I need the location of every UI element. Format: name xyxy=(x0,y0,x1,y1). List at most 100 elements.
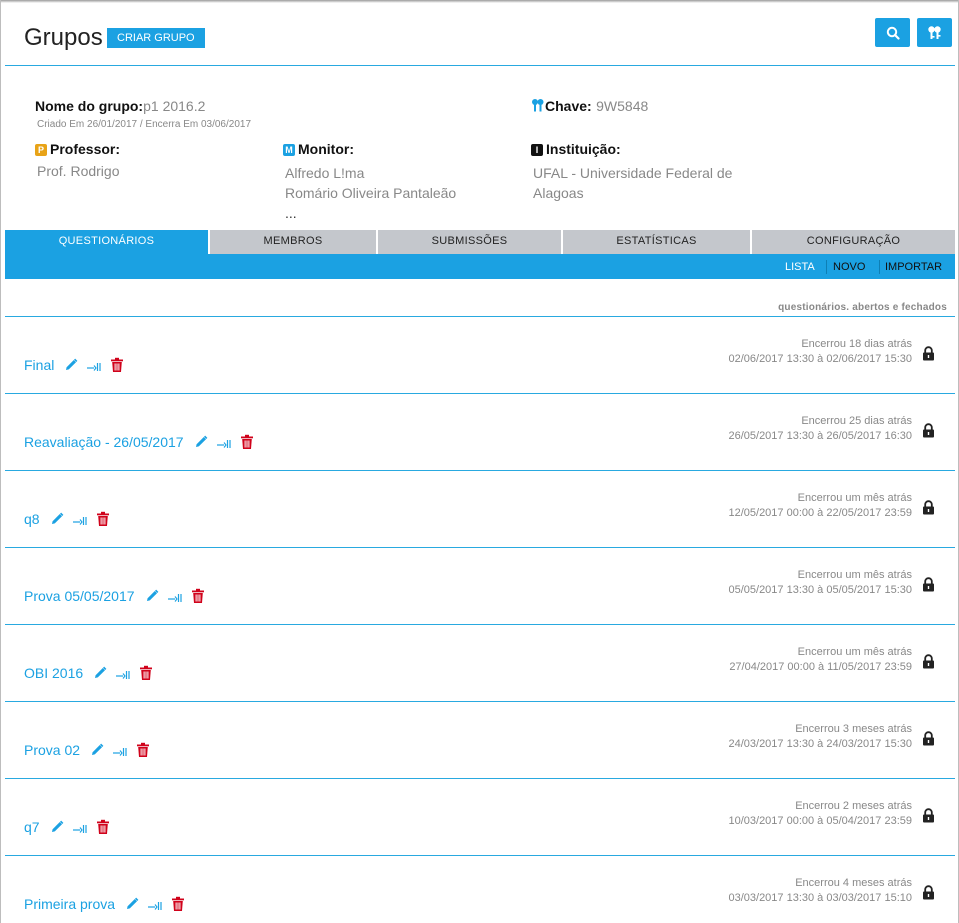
tab-submissoes[interactable]: SUBMISSÕES xyxy=(378,230,561,254)
delete-icon[interactable] xyxy=(139,665,153,684)
closed-ago-text: Encerrou um mês atrás xyxy=(797,646,912,658)
delete-icon[interactable] xyxy=(191,588,205,607)
questionnaire-actions xyxy=(90,742,150,761)
closed-ago-text: Encerrou 2 meses atrás xyxy=(795,800,912,812)
questionnaire-name-block: OBI 2016 xyxy=(24,665,153,684)
questionnaire-status: Encerrou 18 dias atrás 02/06/2017 13:30 à… xyxy=(728,337,912,367)
monitor-block: M Monitor: Alfredo L!ma Romário Oliveira … xyxy=(283,141,456,223)
institution-name-line: UFAL - Universidade Federal de xyxy=(533,165,733,181)
tab-configuracao[interactable]: CONFIGURAÇÃO xyxy=(752,230,955,254)
delete-icon[interactable] xyxy=(96,819,110,838)
tab-estatisticas[interactable]: ESTATÍSTICAS xyxy=(563,230,750,254)
group-key-label: Chave: xyxy=(545,98,592,114)
professor-badge-icon: P xyxy=(35,144,47,156)
delete-icon[interactable] xyxy=(136,742,150,761)
date-range-text: 24/03/2017 13:30 à 24/03/2017 15:30 xyxy=(728,738,912,750)
edit-icon[interactable] xyxy=(50,512,64,529)
keys-icon xyxy=(927,25,941,39)
delete-icon[interactable] xyxy=(240,434,254,453)
questionnaire-name-block: q7 xyxy=(24,819,110,838)
delete-icon[interactable] xyxy=(110,357,124,376)
subnav-importar[interactable]: IMPORTAR xyxy=(885,254,942,279)
questionnaire-name-block: q8 xyxy=(24,511,110,530)
monitor-name: Alfredo L!ma xyxy=(285,165,365,181)
group-tabs: QUESTIONÁRIOS MEMBROS SUBMISSÕES ESTATÍS… xyxy=(5,230,955,255)
questionnaire-link[interactable]: Reavaliação - 26/05/2017 xyxy=(24,434,184,450)
lock-icon xyxy=(922,346,935,366)
questionnaire-actions xyxy=(125,896,185,915)
edit-icon[interactable] xyxy=(90,743,104,760)
date-range-text: 26/05/2017 13:30 à 26/05/2017 16:30 xyxy=(728,430,912,442)
questionnaire-status: Encerrou 25 dias atrás 26/05/2017 13:30 à… xyxy=(728,414,912,444)
professor-block: P Professor: Prof. Rodrigo xyxy=(35,141,120,179)
enter-icon[interactable] xyxy=(72,513,87,529)
group-info-panel: Nome do grupo:p1 2016.2 Criado Em 26/01/… xyxy=(35,98,935,221)
tab-membros[interactable]: MEMBROS xyxy=(210,230,376,254)
institution-block: I Instituição: UFAL - Universidade Federa… xyxy=(531,141,732,203)
questionnaire-actions xyxy=(64,357,124,376)
questionnaire-actions xyxy=(50,819,110,838)
questionnaire-name-block: Prova 05/05/2017 xyxy=(24,588,205,607)
questionnaire-status: Encerrou um mês atrás 05/05/2017 13:30 à … xyxy=(728,568,912,598)
questionnaire-status: Encerrou 2 meses atrás 10/03/2017 00:00 à… xyxy=(728,799,912,829)
questionnaire-actions xyxy=(93,665,153,684)
edit-icon[interactable] xyxy=(50,820,64,837)
monitor-badge-icon: M xyxy=(283,144,295,156)
questionnaire-row: Primeira prova Encerrou 4 meses atrás 03/0… xyxy=(5,856,955,923)
questionnaire-link[interactable]: Primeira prova xyxy=(24,896,115,912)
monitor-name: Romário Oliveira Pantaleão xyxy=(285,185,457,201)
questionnaire-link[interactable]: Prova 05/05/2017 xyxy=(24,588,135,604)
date-range-text: 05/05/2017 13:30 à 05/05/2017 15:30 xyxy=(728,584,912,596)
edit-icon[interactable] xyxy=(64,358,78,375)
date-range-text: 12/05/2017 00:00 à 22/05/2017 23:59 xyxy=(728,507,912,519)
questionnaire-link[interactable]: q8 xyxy=(24,511,40,527)
professor-name: Prof. Rodrigo xyxy=(37,163,120,179)
subnav-divider xyxy=(826,260,827,274)
page-title: Grupos xyxy=(24,24,103,51)
questionnaire-actions xyxy=(50,511,110,530)
search-button[interactable] xyxy=(875,18,910,47)
group-name-label: Nome do grupo: xyxy=(35,98,144,114)
questionnaire-name-block: Prova 02 xyxy=(24,742,150,761)
enter-icon[interactable] xyxy=(216,436,231,452)
delete-icon[interactable] xyxy=(171,896,185,915)
questionnaire-link[interactable]: Final xyxy=(24,357,54,373)
questionnaire-row: Reavaliação - 26/05/2017 Encerrou 25 dias… xyxy=(5,394,955,471)
questionnaire-row: q8 Encerrou um mês atrás 12/05/2017 00:00 … xyxy=(5,471,955,548)
lock-icon xyxy=(922,731,935,751)
questionnaire-link[interactable]: q7 xyxy=(24,819,40,835)
edit-icon[interactable] xyxy=(145,589,159,606)
questionnaire-status: Encerrou um mês atrás 27/04/2017 00:00 à … xyxy=(729,645,912,675)
join-group-button[interactable] xyxy=(917,18,952,47)
edit-icon[interactable] xyxy=(194,435,208,452)
questionnaire-name-block: Reavaliação - 26/05/2017 xyxy=(24,434,254,453)
enter-icon[interactable] xyxy=(148,898,162,914)
enter-icon[interactable] xyxy=(72,821,87,837)
enter-icon[interactable] xyxy=(116,667,130,683)
institution-badge-icon: I xyxy=(531,144,543,156)
group-name-block: Nome do grupo:p1 2016.2 Criado Em 26/01/… xyxy=(35,98,251,130)
questionnaire-link[interactable]: Prova 02 xyxy=(24,742,80,758)
subnav-lista[interactable]: LISTA xyxy=(785,254,815,279)
create-group-button[interactable]: CRIAR GRUPO xyxy=(107,28,205,48)
tab-questionarios[interactable]: QUESTIONÁRIOS xyxy=(5,230,208,255)
edit-icon[interactable] xyxy=(93,666,107,683)
closed-ago-text: Encerrou 18 dias atrás xyxy=(801,338,912,350)
questionnaire-status: Encerrou um mês atrás 12/05/2017 00:00 à … xyxy=(728,491,912,521)
questionnaire-link[interactable]: OBI 2016 xyxy=(24,665,83,681)
window-left-border xyxy=(0,0,1,923)
group-key-block: Chave: 9W5848 xyxy=(531,98,648,116)
search-icon xyxy=(886,26,900,40)
questionnaire-row: Prova 02 Encerrou 3 meses atrás 24/03/2017… xyxy=(5,702,955,779)
closed-ago-text: Encerrou 4 meses atrás xyxy=(795,877,912,889)
enter-icon[interactable] xyxy=(113,744,127,760)
window-top-shadow xyxy=(0,0,959,3)
lock-icon xyxy=(922,885,935,905)
closed-ago-text: Encerrou um mês atrás xyxy=(797,569,912,581)
lock-icon xyxy=(922,654,935,674)
edit-icon[interactable] xyxy=(125,897,139,914)
enter-icon[interactable] xyxy=(167,590,182,606)
enter-icon[interactable] xyxy=(87,359,101,375)
delete-icon[interactable] xyxy=(96,511,110,530)
subnav-novo[interactable]: NOVO xyxy=(833,254,865,279)
